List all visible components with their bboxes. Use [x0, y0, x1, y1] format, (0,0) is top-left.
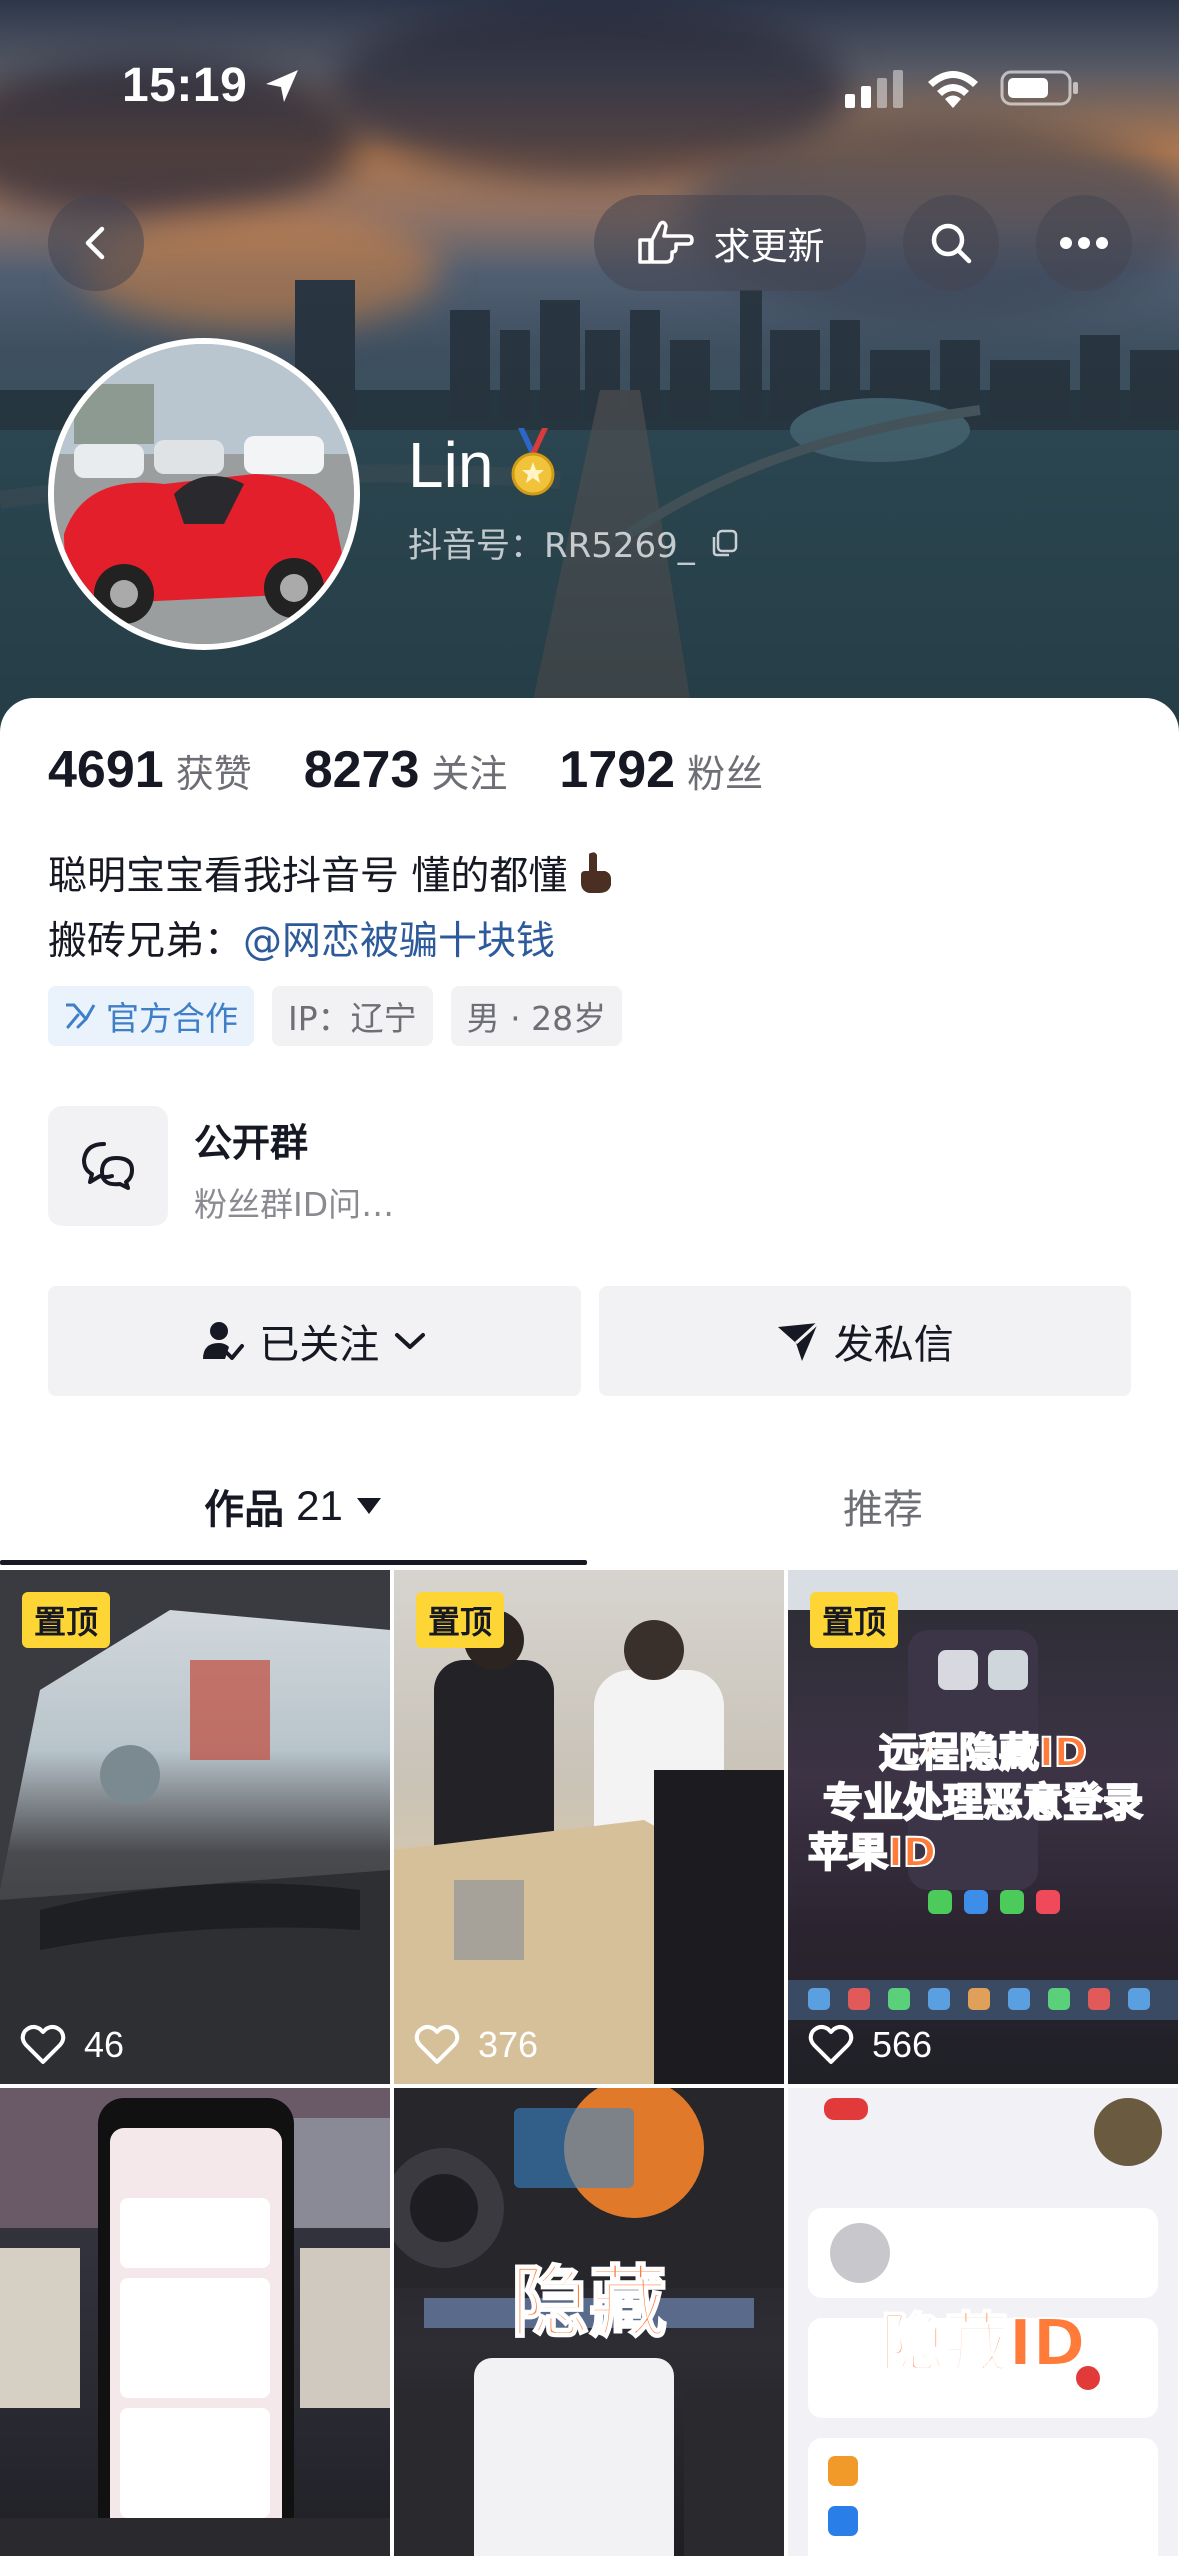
paper-plane-icon — [777, 1321, 819, 1361]
stat-likes[interactable]: 4691 获赞 — [48, 740, 252, 800]
status-bar: 15:19 — [0, 0, 1179, 170]
group-subtitle: 粉丝群ID问… — [194, 1185, 395, 1224]
location-arrow-icon — [266, 70, 298, 102]
handshake-icon — [66, 1003, 96, 1029]
status-time: 15:19 — [122, 59, 248, 112]
video-tile[interactable]: 置顶 46 — [0, 1570, 390, 2084]
wifi-icon — [928, 71, 978, 108]
bio-prefix: 搬砖兄弟： — [48, 919, 244, 964]
tab-works-label: 作品 — [204, 1487, 285, 1533]
avatar[interactable] — [48, 338, 360, 650]
gender-age-label: 男 · 28岁 — [466, 999, 607, 1038]
heart-icon — [414, 2024, 460, 2064]
profile-tags: 官方合作 IP：辽宁 男 · 28岁 — [48, 986, 623, 1046]
request-update-button[interactable]: 求更新 — [594, 195, 866, 291]
public-group-entry[interactable]: 公开群 粉丝群ID问… — [48, 1106, 748, 1226]
more-dots-icon — [1060, 237, 1108, 249]
group-title: 公开群 — [194, 1121, 309, 1165]
pinned-badge: 置顶 — [810, 1592, 899, 1648]
ip-tag-label: IP：辽宁 — [288, 999, 417, 1038]
active-tab-indicator — [0, 1560, 587, 1565]
video-tile[interactable]: 隐藏ID — [788, 2088, 1178, 2556]
likes-count: 566 — [872, 2024, 933, 2065]
chevron-left-icon — [85, 226, 105, 260]
pointing-down-hand-emoji — [581, 852, 612, 893]
profile-name: Lin — [408, 429, 494, 501]
stat-following[interactable]: 8273 关注 — [304, 740, 508, 800]
stat-label: 获赞 — [175, 752, 252, 796]
copy-icon[interactable] — [709, 528, 739, 558]
medal-icon — [511, 428, 555, 496]
ip-location-tag: IP：辽宁 — [272, 986, 433, 1046]
stat-label: 粉丝 — [687, 752, 764, 796]
tab-works[interactable]: 作品 21 — [0, 1450, 587, 1562]
overlay-line: 远程隐藏ID — [878, 1729, 1088, 1777]
tab-works-count: 21 — [296, 1482, 343, 1529]
douyin-id-text: 抖音号：RR5269_ — [408, 526, 695, 566]
bio-line-1: 聪明宝宝看我抖音号 懂的都懂 — [48, 845, 615, 901]
chat-bubbles-icon — [82, 1142, 134, 1190]
caret-down-icon — [356, 1498, 381, 1514]
stat-value: 1792 — [559, 741, 676, 799]
video-thumbnail — [0, 2088, 390, 2556]
search-icon — [931, 223, 972, 264]
stat-followers[interactable]: 1792 粉丝 — [559, 740, 763, 800]
video-likes: 566 — [808, 2024, 932, 2066]
video-likes: 376 — [414, 2024, 538, 2066]
heart-icon — [20, 2024, 66, 2064]
group-chat-icon-box — [48, 1106, 168, 1226]
bio-mention-link[interactable]: @网恋被骗十块钱 — [243, 919, 555, 964]
video-tile[interactable] — [0, 2088, 390, 2556]
tab-recommend[interactable]: 推荐 — [587, 1450, 1179, 1562]
overlay-line: 专业处理恶意登录 — [822, 1779, 1144, 1827]
followed-label: 已关注 — [259, 1322, 380, 1368]
video-overlay-title: 远程隐藏ID 专业处理恶意登录 苹果ID — [788, 1728, 1178, 1878]
content-tabs: 作品 21 推荐 — [0, 1450, 1179, 1566]
request-update-label: 求更新 — [713, 225, 825, 268]
bio-line-2: 搬砖兄弟：@网恋被骗十块钱 — [48, 910, 555, 966]
video-overlay-title: 隐藏ID — [788, 2306, 1178, 2382]
profile-actions: 已关注 发私信 — [48, 1286, 1131, 1396]
avatar-photo-red-car — [54, 344, 354, 644]
stat-value: 8273 — [303, 741, 420, 799]
video-tile[interactable]: 隐藏 — [394, 2088, 784, 2556]
cellular-signal-icon — [845, 70, 903, 108]
overlay-line: 隐藏ID — [880, 2306, 1087, 2382]
heart-icon — [808, 2024, 854, 2064]
more-button[interactable] — [1036, 195, 1132, 291]
send-message-button[interactable]: 发私信 — [598, 1286, 1131, 1396]
bio-text: 聪明宝宝看我抖音号 懂的都懂 — [48, 854, 568, 899]
back-button[interactable] — [48, 195, 144, 291]
gender-age-tag: 男 · 28岁 — [450, 986, 623, 1046]
stat-value: 4691 — [48, 741, 164, 799]
video-tile[interactable]: 远程隐藏ID 专业处理恶意登录 苹果ID 置顶 566 — [788, 1570, 1178, 2084]
battery-icon — [1000, 70, 1078, 106]
overlay-line: 隐藏 — [510, 2257, 668, 2349]
send-message-label: 发私信 — [833, 1322, 954, 1368]
stat-label: 关注 — [431, 752, 508, 796]
search-button[interactable] — [903, 195, 999, 291]
person-check-icon — [203, 1322, 245, 1360]
official-partner-tag[interactable]: 官方合作 — [48, 986, 254, 1046]
douyin-id: 抖音号：RR5269_ — [408, 518, 739, 567]
chevron-down-icon — [395, 1333, 426, 1349]
likes-count: 46 — [84, 2024, 125, 2065]
profile-stats: 4691 获赞 8273 关注 1792 粉丝 — [48, 740, 815, 800]
followed-button[interactable]: 已关注 — [48, 1286, 581, 1396]
pinned-badge: 置顶 — [22, 1592, 111, 1648]
video-tile[interactable]: 置顶 376 — [394, 1570, 784, 2084]
video-likes: 46 — [20, 2024, 124, 2066]
pinned-badge: 置顶 — [416, 1592, 505, 1648]
overlay-line: 苹果ID — [807, 1829, 937, 1877]
tab-recommend-label: 推荐 — [843, 1487, 923, 1533]
video-overlay-title: 隐藏 — [394, 2257, 784, 2349]
likes-count: 376 — [478, 2024, 539, 2065]
pointing-hand-icon — [637, 220, 694, 264]
official-tag-label: 官方合作 — [106, 999, 238, 1038]
